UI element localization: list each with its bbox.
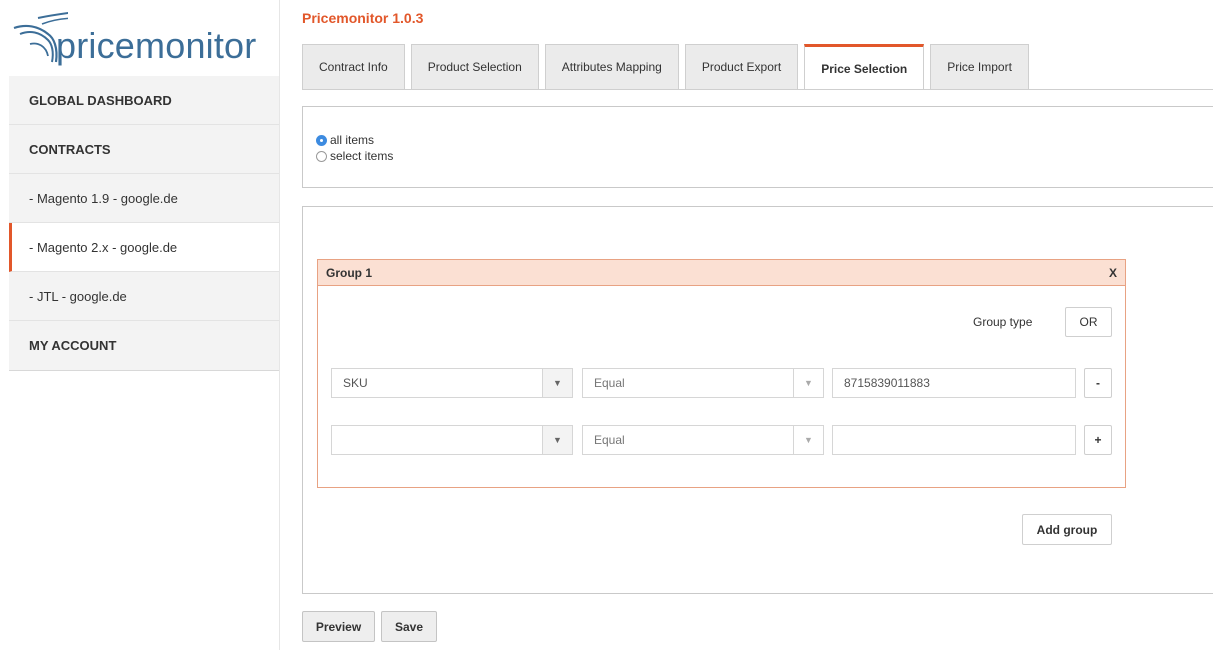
sidebar: pricemonitor GLOBAL DASHBOARD CONTRACTS … xyxy=(0,0,279,650)
group-header: Group 1 X xyxy=(318,260,1125,286)
group-type-label: Group type xyxy=(973,315,1033,329)
group-title: Group 1 xyxy=(326,265,373,280)
save-button[interactable]: Save xyxy=(381,611,437,642)
sidebar-item-global-dashboard[interactable]: GLOBAL DASHBOARD xyxy=(9,76,279,125)
tab-price-import[interactable]: Price Import xyxy=(930,44,1029,89)
add-condition-button[interactable]: + xyxy=(1084,425,1112,455)
operator-select[interactable]: Equal ▼ xyxy=(582,425,824,455)
tab-contract-info[interactable]: Contract Info xyxy=(302,44,405,89)
radio-all-items-label: all items xyxy=(330,133,375,147)
logo-text: pricemonitor xyxy=(56,25,257,66)
tab-price-selection[interactable]: Price Selection xyxy=(804,44,925,90)
group-type-button[interactable]: OR xyxy=(1065,307,1112,337)
attribute-select-value: SKU xyxy=(343,376,368,390)
item-selection-panel: all items select items xyxy=(302,106,1213,188)
value-input[interactable]: 8715839011883 xyxy=(832,368,1076,398)
radio-select-items[interactable]: select items xyxy=(316,149,393,163)
operator-select-value: Equal xyxy=(594,433,625,447)
chevron-down-icon: ▼ xyxy=(793,369,823,397)
sidebar-divider xyxy=(279,0,280,650)
radio-unchecked-icon[interactable] xyxy=(316,150,327,162)
chevron-down-icon: ▼ xyxy=(542,426,572,454)
chevron-down-icon: ▼ xyxy=(542,369,572,397)
remove-condition-button[interactable]: - xyxy=(1084,368,1112,398)
attribute-select[interactable]: ▼ xyxy=(331,425,573,455)
radio-select-items-label: select items xyxy=(330,149,394,163)
operator-select-value: Equal xyxy=(594,376,625,390)
group-close-button[interactable]: X xyxy=(1109,266,1117,280)
tab-underline xyxy=(302,89,1213,90)
groups-panel: Group 1 X Group type OR SKU ▼ Equal ▼ 87… xyxy=(302,206,1213,594)
sidebar-item-magento-2-x[interactable]: - Magento 2.x - google.de xyxy=(9,223,279,272)
radio-checked-icon[interactable] xyxy=(316,134,327,146)
operator-select[interactable]: Equal ▼ xyxy=(582,368,824,398)
sidebar-item-contracts[interactable]: CONTRACTS xyxy=(9,125,279,174)
sidebar-item-my-account[interactable]: MY ACCOUNT xyxy=(9,321,279,370)
tab-product-selection[interactable]: Product Selection xyxy=(410,44,539,89)
radio-all-items[interactable]: all items xyxy=(316,133,374,147)
tab-product-export[interactable]: Product Export xyxy=(684,44,799,89)
sidebar-nav: GLOBAL DASHBOARD CONTRACTS - Magento 1.9… xyxy=(9,76,279,371)
sidebar-item-magento-1-9[interactable]: - Magento 1.9 - google.de xyxy=(9,174,279,223)
value-input[interactable] xyxy=(832,425,1076,455)
sidebar-item-jtl[interactable]: - JTL - google.de xyxy=(9,272,279,321)
logo[interactable]: pricemonitor xyxy=(0,0,279,74)
preview-button[interactable]: Preview xyxy=(302,611,375,642)
add-group-button[interactable]: Add group xyxy=(1022,514,1112,545)
chevron-down-icon: ▼ xyxy=(793,426,823,454)
tab-attributes-mapping[interactable]: Attributes Mapping xyxy=(544,44,679,89)
tab-bar: Contract Info Product Selection Attribut… xyxy=(302,44,1035,90)
filter-group: Group 1 X Group type OR SKU ▼ Equal ▼ 87… xyxy=(317,259,1126,488)
attribute-select[interactable]: SKU ▼ xyxy=(331,368,573,398)
page-title: Pricemonitor 1.0.3 xyxy=(302,10,424,26)
